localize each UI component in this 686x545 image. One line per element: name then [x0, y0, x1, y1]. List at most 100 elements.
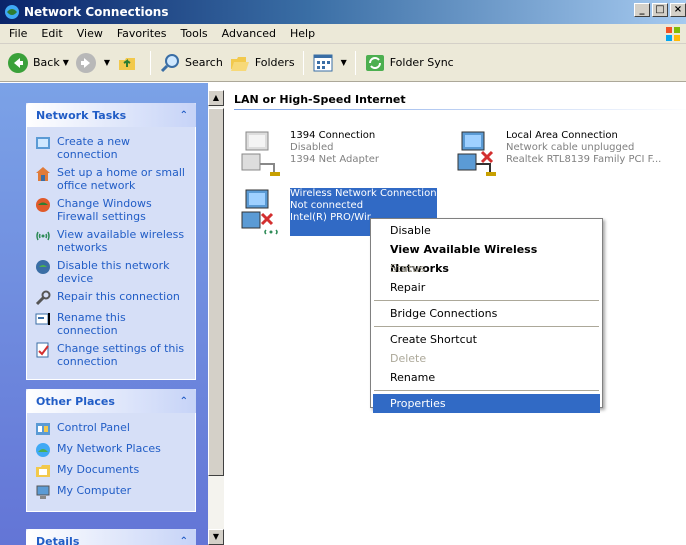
ctx-rename[interactable]: Rename — [373, 368, 600, 387]
menu-separator — [374, 326, 599, 327]
connection-device: 1394 Net Adapter — [290, 154, 380, 165]
menu-view[interactable]: View — [70, 27, 110, 40]
folders-button[interactable]: Folders — [226, 48, 298, 78]
connection-name: 1394 Connection — [290, 130, 376, 141]
wireless-disconnected-icon — [241, 189, 278, 235]
connection-device: Realtek RTL8139 Family PCI F... — [506, 154, 662, 165]
place-my-network-places[interactable]: My Network Places — [35, 442, 189, 458]
place-my-computer[interactable]: My Computer — [35, 484, 189, 500]
unplugged-connection-icon — [457, 131, 496, 176]
connection-local-area[interactable]: Local Area Connection Network cable unpl… — [456, 130, 661, 178]
folders-icon — [230, 56, 249, 71]
connection-name: Wireless Network Connection — [290, 188, 437, 199]
place-label: Control Panel — [57, 421, 130, 434]
task-disable-device[interactable]: Disable this network device — [35, 259, 189, 285]
ctx-view-wireless-networks[interactable]: View Available Wireless Networks — [373, 240, 600, 275]
minimize-button[interactable]: _ — [634, 3, 650, 17]
ctx-disable[interactable]: Disable — [373, 221, 600, 240]
ctx-bridge-connections[interactable]: Bridge Connections — [373, 304, 600, 323]
rename-icon — [35, 313, 50, 325]
task-label: Repair this connection — [57, 290, 180, 303]
collapse-chevron-icon[interactable]: ⌃ — [180, 536, 188, 545]
place-control-panel[interactable]: Control Panel — [35, 421, 189, 437]
group-header: LAN or High-Speed Internet — [234, 93, 406, 106]
ctx-create-shortcut[interactable]: Create Shortcut — [373, 330, 600, 349]
menu-favorites[interactable]: Favorites — [110, 27, 174, 40]
task-label: Change settings of this connection — [57, 342, 185, 368]
close-button[interactable]: × — [670, 3, 686, 17]
ctx-delete: Delete — [390, 352, 427, 365]
task-setup-home-network[interactable]: Set up a home or small office network — [35, 166, 189, 192]
scroll-down-button[interactable]: ▼ — [208, 529, 224, 545]
forward-dropdown-icon[interactable]: ▼ — [104, 58, 110, 67]
back-label: Back — [33, 56, 60, 69]
back-button[interactable]: Back ▼ — [4, 48, 72, 78]
toolbar-separator — [354, 50, 356, 75]
details-header[interactable]: Details ⌃ — [26, 529, 196, 545]
other-places-panel: Other Places ⌃ Control Panel My Network … — [26, 389, 196, 512]
other-places-header[interactable]: Other Places ⌃ — [26, 389, 196, 413]
wireless-icon — [36, 231, 50, 241]
maximize-button[interactable]: □ — [652, 3, 668, 17]
ctx-status: Status — [390, 262, 426, 275]
task-repair-connection[interactable]: Repair this connection — [35, 290, 189, 306]
details-panel: Details ⌃ — [26, 529, 196, 545]
other-places-title: Other Places — [36, 394, 115, 408]
menu-bar: File Edit View Favorites Tools Advanced … — [0, 24, 686, 44]
home-network-icon — [36, 167, 50, 181]
toolbar-separator — [302, 50, 304, 75]
folders-label: Folders — [254, 56, 295, 69]
up-folder-button[interactable] — [113, 48, 145, 78]
task-label: Change Windows Firewall settings — [57, 197, 152, 223]
task-view-wireless[interactable]: View available wireless networks — [35, 228, 189, 254]
my-documents-icon — [36, 465, 50, 477]
task-label: Set up a home or small office network — [57, 166, 185, 192]
network-tasks-panel: Network Tasks ⌃ Create a new connection … — [26, 103, 196, 380]
network-tasks-header[interactable]: Network Tasks ⌃ — [26, 103, 196, 127]
task-label: Create a new connection — [57, 135, 131, 161]
connection-status: Network cable unplugged — [506, 142, 635, 153]
my-computer-icon — [36, 485, 50, 499]
network-connections-icon — [5, 5, 19, 19]
ctx-repair[interactable]: Repair — [373, 278, 600, 297]
folder-sync-label: Folder Sync — [389, 56, 454, 69]
task-create-connection[interactable]: Create a new connection — [35, 135, 189, 161]
task-firewall-settings[interactable]: Change Windows Firewall settings — [35, 197, 189, 223]
scroll-up-button[interactable]: ▲ — [208, 90, 224, 106]
place-my-documents[interactable]: My Documents — [35, 463, 189, 479]
menu-edit[interactable]: Edit — [34, 27, 69, 40]
forward-button[interactable]: ▼ — [72, 48, 113, 78]
disabled-connection-icon — [241, 131, 280, 176]
views-dropdown-icon[interactable]: ▼ — [341, 58, 347, 67]
task-change-settings[interactable]: Change settings of this connection — [35, 342, 189, 368]
firewall-icon — [36, 198, 50, 212]
scroll-thumb[interactable] — [208, 108, 224, 476]
search-button[interactable]: Search — [156, 48, 226, 78]
connection-1394[interactable]: 1394 Connection Disabled 1394 Net Adapte… — [240, 130, 379, 178]
task-pane-scrollbar[interactable]: ▲ ▼ — [208, 90, 224, 545]
windows-logo-icon — [666, 27, 680, 41]
collapse-chevron-icon[interactable]: ⌃ — [180, 396, 188, 407]
menu-separator — [374, 390, 599, 391]
back-dropdown-icon[interactable]: ▼ — [63, 58, 69, 67]
folder-sync-button[interactable]: Folder Sync — [361, 48, 457, 78]
menu-separator — [374, 300, 599, 301]
menu-help[interactable]: Help — [283, 27, 322, 40]
menu-tools[interactable]: Tools — [174, 27, 215, 40]
connection-status: Disabled — [290, 142, 334, 153]
task-rename-connection[interactable]: Rename this connection — [35, 311, 189, 337]
new-connection-icon — [36, 137, 50, 149]
collapse-chevron-icon[interactable]: ⌃ — [180, 110, 188, 121]
task-label: Disable this network device — [57, 259, 170, 285]
task-label: Rename this connection — [57, 311, 126, 337]
settings-icon — [36, 342, 49, 358]
task-label: View available wireless networks — [57, 228, 185, 254]
task-pane: Network Tasks ⌃ Create a new connection … — [0, 83, 208, 545]
repair-icon — [35, 290, 51, 306]
views-button[interactable]: ▼ — [309, 48, 350, 78]
menu-advanced[interactable]: Advanced — [215, 27, 283, 40]
ctx-properties[interactable]: Properties — [373, 394, 600, 413]
toolbar: Back ▼ ▼ Search Folders ▼ Folder Sync — [0, 44, 686, 82]
menu-file[interactable]: File — [2, 27, 34, 40]
title-bar: Network Connections _ □ × — [0, 0, 686, 24]
